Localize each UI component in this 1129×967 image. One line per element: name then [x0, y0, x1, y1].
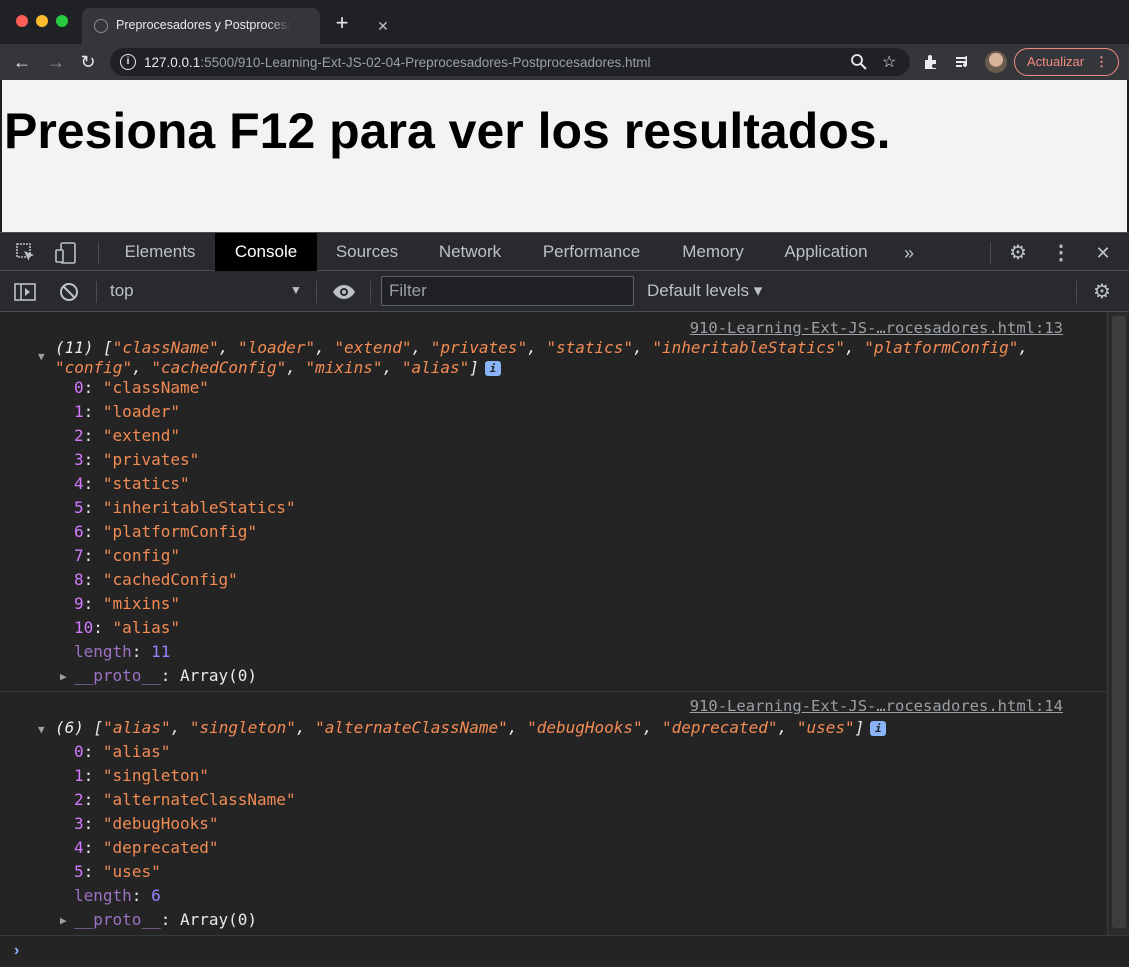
chevron-down-icon[interactable]: ▼ [290, 283, 302, 297]
list-item: 6: "platformConfig" [74, 522, 258, 541]
expand-triangle-icon[interactable]: ▶ [60, 670, 67, 683]
console-scrollbar[interactable] [1107, 312, 1129, 935]
update-label: Actualizar [1027, 54, 1085, 69]
array-preview-line[interactable]: (6) ["alias", "singleton", "alternateCla… [55, 718, 887, 737]
new-tab-button[interactable]: + [332, 12, 352, 34]
list-item: 1: "loader" [74, 402, 180, 421]
eye-icon[interactable] [332, 281, 355, 303]
console-toolbar: top ▼ Filter Default levels ▾ ⚙ [0, 271, 1129, 312]
list-item: 5: "inheritableStatics" [74, 498, 296, 517]
filter-input[interactable]: Filter [381, 276, 634, 306]
page-heading: Presiona F12 para ver los resultados. [4, 103, 891, 159]
window-maximize-button[interactable] [56, 15, 68, 27]
source-link[interactable]: 910-Learning-Ext-JS-…rocesadores.html:14 [690, 697, 1063, 715]
window-minimize-button[interactable] [36, 15, 48, 27]
array-preview-line-2[interactable]: "config", "cachedConfig", "mixins", "ali… [55, 358, 501, 377]
inspect-element-icon[interactable] [15, 242, 37, 264]
list-item: 3: "debugHooks" [74, 814, 219, 833]
prompt-chevron-icon: › [14, 942, 20, 959]
list-item: 3: "privates" [74, 450, 200, 469]
back-arrow-icon[interactable]: ← [11, 51, 33, 73]
list-item: 10: "alias" [74, 618, 180, 637]
window-close-button[interactable] [16, 15, 28, 27]
browser-tab-bar: Preprocesadores y Postprocesadores ✕ + [0, 0, 1129, 44]
list-item: 0: "alias" [74, 742, 171, 761]
list-item: 1: "singleton" [74, 766, 209, 785]
toolbar-divider [316, 281, 317, 303]
array-count: (6) [55, 718, 84, 737]
proto-row[interactable]: __proto__: Array(0) [74, 910, 257, 929]
update-button[interactable]: Actualizar ⋮ [1014, 48, 1119, 76]
url-text[interactable]: 127.0.0.1:5500/910-Learning-Ext-JS-02-04… [144, 55, 651, 70]
proto-row[interactable]: __proto__: Array(0) [74, 666, 257, 685]
toolbar-divider [990, 242, 991, 264]
reload-icon[interactable]: ↻ [77, 51, 99, 73]
clear-console-icon[interactable] [58, 281, 80, 303]
media-icon[interactable] [954, 53, 972, 71]
length-row: length: 6 [74, 886, 161, 905]
extensions-icon[interactable] [922, 53, 940, 71]
toolbar-divider [370, 281, 371, 303]
tab-console[interactable]: Console [215, 233, 317, 271]
tab-memory[interactable]: Memory [663, 233, 763, 271]
list-item: 9: "mixins" [74, 594, 180, 613]
more-tabs-icon[interactable]: » [898, 242, 920, 264]
browser-toolbar: ← → ↻ i 127.0.0.1:5500/910-Learning-Ext-… [0, 44, 1129, 80]
message-divider [0, 691, 1107, 692]
length-row: length: 11 [74, 642, 171, 661]
console-input-area[interactable]: › [0, 935, 1129, 967]
list-item: 4: "statics" [74, 474, 190, 493]
list-item: 2: "alternateClassName" [74, 790, 296, 809]
list-item: 2: "extend" [74, 426, 180, 445]
list-item: 8: "cachedConfig" [74, 570, 238, 589]
list-item: 4: "deprecated" [74, 838, 219, 857]
device-toolbar-icon[interactable] [55, 242, 77, 264]
scrollbar-thumb[interactable] [1112, 316, 1126, 928]
array-preview-line-1[interactable]: (11) ["className", "loader", "extend", "… [55, 338, 1028, 357]
list-item: 0: "className" [74, 378, 209, 397]
settings-gear-icon[interactable]: ⚙ [1007, 242, 1029, 264]
info-icon[interactable]: i [120, 54, 136, 70]
console-settings-gear-icon[interactable]: ⚙ [1091, 281, 1113, 303]
toolbar-divider [96, 281, 97, 303]
info-badge-icon[interactable]: i [484, 361, 501, 376]
tab-elements[interactable]: Elements [106, 233, 214, 271]
zoom-icon[interactable] [850, 53, 868, 71]
url-path: :5500/910-Learning-Ext-JS-02-04-Preproce… [200, 55, 651, 70]
url-host: 127.0.0.1 [144, 55, 201, 70]
tab-network[interactable]: Network [420, 233, 520, 271]
list-item: 5: "uses" [74, 862, 161, 881]
tab-close-icon[interactable]: ✕ [374, 17, 392, 35]
page-viewport: Presiona F12 para ver los resultados. [2, 80, 1127, 232]
address-bar[interactable]: i 127.0.0.1:5500/910-Learning-Ext-JS-02-… [110, 48, 910, 76]
array-count: (11) [55, 338, 94, 357]
expand-triangle-icon[interactable]: ▶ [60, 914, 67, 927]
close-devtools-icon[interactable]: ✕ [1092, 242, 1114, 264]
devtools-tab-strip: Elements Console Sources Network Perform… [0, 232, 1129, 271]
console-output: 910-Learning-Ext-JS-…rocesadores.html:13… [0, 312, 1107, 935]
list-item: 7: "config" [74, 546, 180, 565]
expand-triangle-icon[interactable]: ▼ [38, 723, 45, 736]
tab-application[interactable]: Application [767, 233, 885, 271]
tab-title: Preprocesadores y Postprocesadores [116, 18, 291, 36]
source-link[interactable]: 910-Learning-Ext-JS-…rocesadores.html:13 [690, 319, 1063, 337]
toolbar-divider [98, 242, 99, 264]
kebab-menu-icon[interactable]: ⋮ [1050, 242, 1072, 264]
tab-sources[interactable]: Sources [318, 233, 416, 271]
globe-icon [94, 19, 108, 33]
sidebar-toggle-icon[interactable] [14, 281, 36, 303]
menu-dots-icon[interactable]: ⋮ [1095, 49, 1108, 75]
expand-triangle-icon[interactable]: ▼ [38, 350, 45, 363]
star-icon[interactable]: ☆ [882, 52, 900, 71]
browser-tab[interactable]: Preprocesadores y Postprocesadores ✕ [82, 8, 389, 44]
context-selector[interactable]: top [110, 281, 134, 301]
info-badge-icon[interactable]: i [870, 721, 887, 736]
avatar[interactable] [985, 51, 1007, 73]
toolbar-divider [1076, 281, 1077, 303]
log-levels-dropdown[interactable]: Default levels ▾ [647, 281, 762, 301]
tab-performance[interactable]: Performance [524, 233, 659, 271]
forward-arrow-icon[interactable]: → [45, 51, 67, 73]
